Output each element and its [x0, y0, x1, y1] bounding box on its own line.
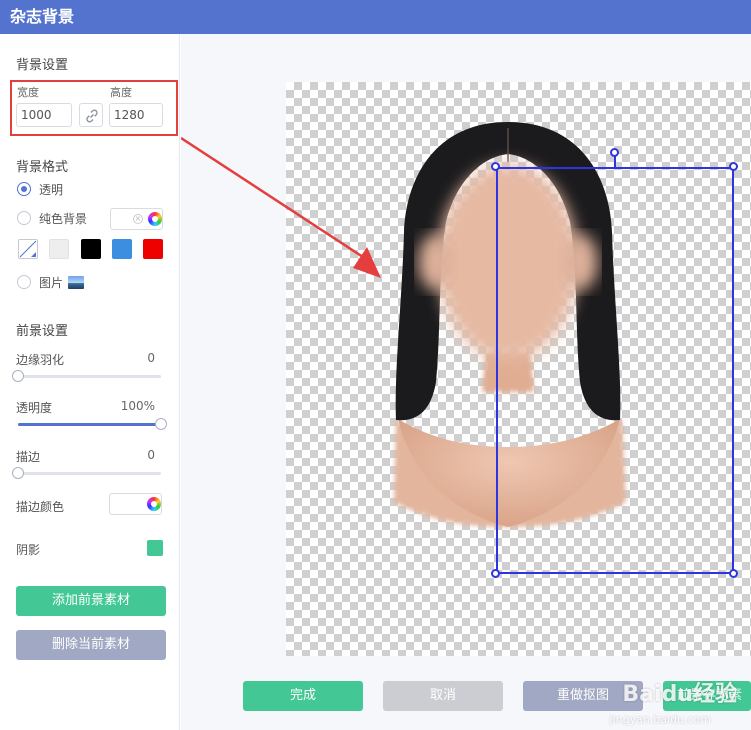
stroke-color-label: 描边颜色 [16, 500, 65, 514]
window-title: 杂志背景 [0, 0, 751, 34]
solid-color-picker[interactable]: × [110, 208, 163, 230]
option-image[interactable]: 图片 [17, 273, 85, 291]
option-image-label: 图片 [39, 275, 64, 290]
feather-value: 0 [147, 351, 155, 365]
resize-handle-top-left[interactable] [491, 162, 500, 171]
rotate-handle-stem [614, 155, 616, 169]
color-wheel-icon[interactable] [148, 212, 162, 226]
feather-slider-thumb[interactable] [12, 370, 24, 382]
opacity-slider[interactable] [18, 418, 167, 430]
size-highlight-box [10, 80, 178, 136]
option-solid-color-label: 纯色背景 [39, 211, 88, 226]
stroke-color-wheel-icon[interactable] [147, 497, 161, 511]
resize-handle-top-right[interactable] [729, 162, 738, 171]
option-solid-color[interactable]: 纯色背景 [17, 209, 87, 227]
preview-area: 完成 取消 重做抠图 前景存为素 Baidu经验 jingyan.baidu.c… [181, 34, 751, 730]
stroke-slider-thumb[interactable] [12, 467, 24, 479]
watermark-url: jingyan.baidu.com [609, 713, 711, 726]
cancel-button[interactable]: 取消 [383, 681, 503, 711]
selection-box[interactable] [496, 167, 734, 574]
opacity-slider-thumb[interactable] [155, 418, 167, 430]
option-transparent-label: 透明 [39, 182, 64, 197]
stroke-label: 描边 [16, 450, 41, 464]
shadow-toggle[interactable] [147, 540, 163, 556]
stroke-slider[interactable] [12, 467, 161, 479]
radio-transparent[interactable] [17, 182, 31, 196]
opacity-value: 100% [120, 399, 155, 413]
resize-handle-bottom-right[interactable] [729, 569, 738, 578]
swatch-blue[interactable] [112, 239, 132, 259]
swatch-black[interactable] [81, 239, 101, 259]
background-format-title: 背景格式 [16, 160, 69, 175]
foreground-settings-title: 前景设置 [16, 324, 69, 339]
feather-slider[interactable] [12, 370, 161, 382]
add-foreground-button[interactable]: 添加前景素材 [16, 586, 166, 616]
swatch-light-gray[interactable] [49, 239, 69, 259]
watermark-brand: Baidu经验 [622, 682, 737, 707]
rotate-handle[interactable] [610, 148, 619, 157]
red-arrow-icon [181, 136, 381, 278]
feather-label: 边缘羽化 [16, 353, 65, 367]
clear-color-icon[interactable]: × [133, 214, 143, 224]
opacity-slider-fill [18, 423, 161, 426]
radio-image[interactable] [17, 275, 31, 289]
resize-handle-bottom-left[interactable] [491, 569, 500, 578]
settings-sidebar: 背景设置 宽度 高度 背景格式 透明 纯色背景 × 图片 前景设 [0, 34, 180, 730]
image-icon [68, 275, 85, 289]
done-button[interactable]: 完成 [243, 681, 363, 711]
swatch-none[interactable] [18, 239, 38, 259]
shadow-label: 阴影 [16, 543, 41, 557]
stroke-color-picker[interactable] [109, 493, 162, 515]
delete-material-button[interactable]: 删除当前素材 [16, 630, 166, 660]
swatch-red[interactable] [143, 239, 163, 259]
pen-icon [19, 240, 37, 258]
opacity-label: 透明度 [16, 401, 53, 415]
stroke-value: 0 [147, 448, 155, 462]
option-transparent[interactable]: 透明 [17, 180, 63, 198]
background-settings-title: 背景设置 [16, 58, 69, 73]
radio-solid-color[interactable] [17, 211, 31, 225]
